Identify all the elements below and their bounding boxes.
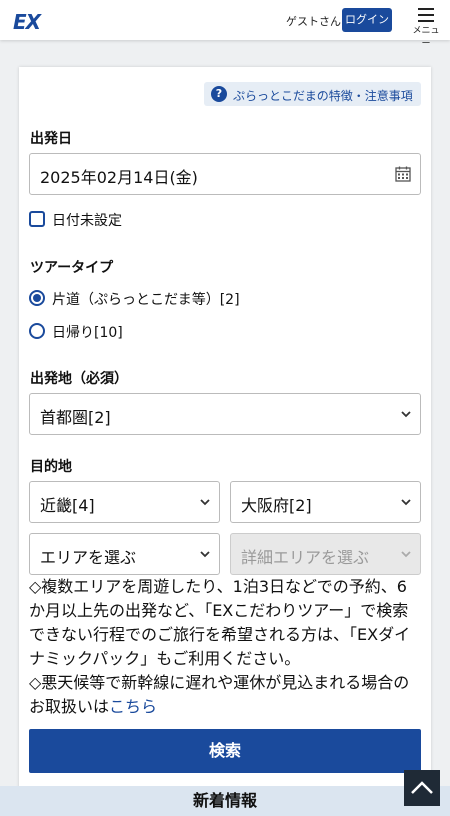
date-undecided-label[interactable]: 日付未設定	[52, 210, 122, 230]
tour-type-daytrip-label[interactable]: 日帰り[10]	[52, 322, 123, 342]
destination-prefecture-value: 大阪府[2]	[241, 496, 312, 515]
search-button[interactable]: 検索	[29, 729, 421, 773]
ex-logo[interactable]: EX	[13, 10, 41, 34]
origin-label: 出発地（必須）	[30, 371, 128, 387]
feature-notes-text: ぷらっとこだまの特徴・注意事項	[233, 89, 413, 103]
site-header: EX ゲストさん ログイン メニュー	[0, 0, 450, 49]
departure-date-value: 2025年02月14日(金)	[40, 168, 198, 187]
destination-label: 目的地	[30, 459, 72, 475]
departure-date-label: 出発日	[30, 131, 72, 147]
chevron-down-icon	[200, 499, 210, 506]
menu-button[interactable]: メニュー	[409, 6, 443, 49]
search-notes: ◇複数エリアを周遊したり、1泊3日などでの予約、6か月以上先の出発など、「EXこ…	[29, 575, 421, 719]
chevron-down-icon	[401, 411, 411, 418]
tour-type-oneway-label[interactable]: 片道（ぷらっとこだま等）[2]	[52, 289, 240, 309]
destination-detail-area-value: 詳細エリアを選ぶ	[241, 548, 370, 567]
tour-type-label: ツアータイプ	[30, 260, 114, 276]
destination-region-value: 近畿[4]	[40, 496, 95, 515]
tour-type-daytrip-radio[interactable]	[29, 323, 45, 339]
guest-label: ゲストさん	[286, 15, 341, 28]
menu-label: メニュー	[412, 26, 440, 49]
login-button[interactable]: ログイン	[342, 8, 392, 32]
destination-detail-area-select: 詳細エリアを選ぶ	[230, 533, 421, 575]
date-undecided-checkbox[interactable]	[29, 211, 45, 227]
chevron-down-icon	[401, 551, 411, 558]
scroll-top-button[interactable]	[404, 770, 440, 806]
bad-weather-link[interactable]: こちら	[109, 697, 157, 716]
destination-area-value: エリアを選ぶ	[40, 548, 137, 567]
destination-area-select[interactable]: エリアを選ぶ	[29, 533, 220, 575]
hamburger-menu-icon	[418, 8, 434, 22]
chevron-down-icon	[200, 551, 210, 558]
note-bad-weather: ◇悪天候等で新幹線に遅れや運休が見込まれる場合のお取扱いはこちら	[29, 671, 421, 719]
news-heading: 新着情報	[0, 786, 450, 816]
feature-notes-link[interactable]: ? ぷらっとこだまの特徴・注意事項	[204, 82, 421, 106]
chevron-up-icon	[411, 781, 433, 794]
calendar-icon[interactable]	[395, 166, 411, 182]
origin-select[interactable]: 首都圏[2]	[29, 393, 421, 435]
note-bad-weather-text: ◇悪天候等で新幹線に遅れや運休が見込まれる場合のお取扱いは	[29, 673, 410, 716]
note-dynamic-package: ◇複数エリアを周遊したり、1泊3日などでの予約、6か月以上先の出発など、「EXこ…	[29, 577, 411, 668]
chevron-down-icon	[401, 499, 411, 506]
question-circle-icon: ?	[211, 86, 227, 102]
destination-region-select[interactable]: 近畿[4]	[29, 481, 220, 523]
destination-prefecture-select[interactable]: 大阪府[2]	[230, 481, 421, 523]
departure-date-field[interactable]: 2025年02月14日(金)	[29, 153, 421, 195]
tour-type-oneway-radio[interactable]	[29, 290, 45, 306]
origin-value: 首都圏[2]	[40, 408, 111, 427]
